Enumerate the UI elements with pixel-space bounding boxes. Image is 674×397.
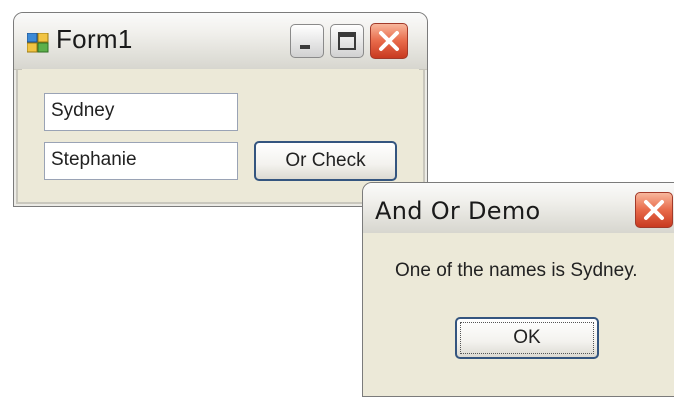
form1-client-area: Sydney Stephanie Or Check — [22, 69, 419, 198]
maximize-button[interactable] — [330, 24, 364, 58]
minimize-icon — [300, 45, 310, 49]
msgbox-titlebar[interactable]: And Or Demo — [363, 183, 674, 234]
or-check-button[interactable]: Or Check — [254, 141, 397, 181]
form1-window: Form1 Sydney Stephanie Or Check — [13, 12, 428, 207]
ok-button[interactable]: OK — [455, 317, 599, 359]
minimize-button[interactable] — [290, 24, 324, 58]
form1-title: Form1 — [56, 24, 133, 54]
form1-titlebar[interactable]: Form1 — [14, 13, 427, 70]
app-form-icon — [27, 33, 49, 53]
name-textbox-1[interactable]: Sydney — [44, 93, 238, 131]
msgbox-title: And Or Demo — [375, 197, 541, 225]
maximize-icon — [338, 32, 356, 50]
close-button[interactable] — [370, 23, 408, 59]
msgbox-window: And Or Demo One of the names is Sydney. … — [362, 182, 674, 397]
close-icon — [644, 200, 664, 220]
close-icon — [379, 31, 399, 51]
name-textbox-2[interactable]: Stephanie — [44, 142, 238, 180]
msgbox-close-button[interactable] — [635, 192, 673, 228]
msgbox-message: One of the names is Sydney. — [395, 260, 638, 281]
msgbox-client-area: One of the names is Sydney. OK — [363, 233, 674, 396]
